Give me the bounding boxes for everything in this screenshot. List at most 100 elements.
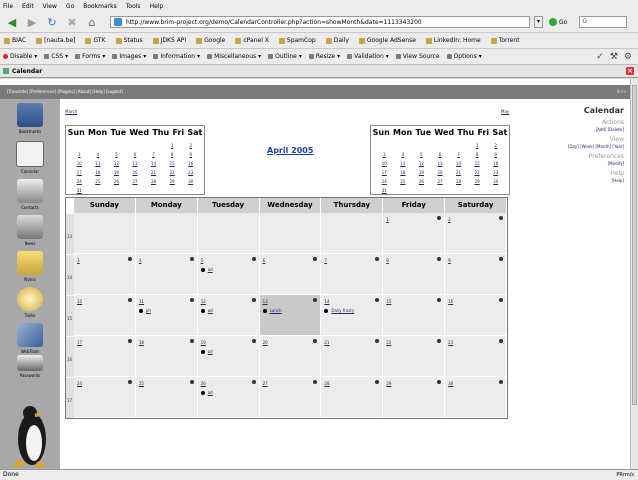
bookmark-cpanel[interactable]: cPanel X [235, 37, 269, 44]
event-item[interactable]: ad [200, 267, 213, 272]
mini-day-link[interactable]: 22 [163, 170, 182, 175]
vertical-scrollbar[interactable] [630, 79, 638, 469]
day-number-link[interactable]: 1 [386, 217, 389, 222]
add-event-icon[interactable] [189, 298, 194, 302]
sidebar-item-contacts[interactable]: Contacts [8, 179, 52, 210]
mini-day-link[interactable]: 1 [163, 143, 182, 148]
mini-day-link[interactable]: 12 [412, 161, 431, 166]
bookmark-nauta[interactable]: [nauta.be] [36, 37, 75, 44]
week-number-link[interactable]: 15 [66, 295, 74, 336]
week-number-link[interactable]: 16 [66, 336, 74, 377]
mini-day-link[interactable]: 30 [181, 179, 200, 184]
mini-day-link[interactable]: 24 [375, 179, 394, 184]
scrollbar-thumb[interactable] [632, 85, 637, 405]
bookmark-spamcop[interactable]: SpamCop [278, 37, 316, 44]
search-input[interactable]: G [579, 16, 628, 28]
mini-day-link[interactable]: 13 [126, 161, 145, 166]
sidebar-item-calendar[interactable]: Calendar [8, 141, 52, 174]
dev-disable-menu[interactable]: Disable ▾ [3, 53, 37, 60]
mini-day-link[interactable]: 19 [107, 170, 126, 175]
mini-day-link[interactable]: 21 [144, 170, 163, 175]
mini-day-link[interactable]: 9 [181, 152, 200, 157]
bookmark-google[interactable]: Google [196, 37, 225, 44]
day-number-link[interactable]: 13 [263, 299, 268, 304]
day-number-link[interactable]: 25 [139, 381, 144, 386]
add-event-icon[interactable] [313, 298, 318, 302]
stop-icon[interactable]: ✖ [64, 14, 80, 30]
add-event-icon[interactable] [251, 298, 256, 302]
add-event-icon[interactable] [375, 380, 380, 384]
bookmark-biac[interactable]: BIAC [4, 37, 26, 44]
mini-day-link[interactable]: 26 [412, 179, 431, 184]
add-event-icon[interactable] [251, 339, 256, 343]
actions-links[interactable]: [Add] [Delete] [544, 127, 624, 132]
url-dropdown-button[interactable]: ▾ [534, 16, 543, 28]
bookmark-jdk5[interactable]: JDK5 API [152, 37, 186, 44]
mini-day-link[interactable]: 3 [375, 152, 394, 157]
next-month-link[interactable]: May [501, 109, 509, 114]
close-tab-icon[interactable]: × [626, 67, 634, 75]
dev-images-menu[interactable]: Images ▾ [112, 53, 146, 60]
event-item[interactable]: ad [200, 390, 213, 395]
day-number-link[interactable]: 20 [263, 340, 268, 345]
mini-day-link[interactable]: 6 [431, 152, 450, 157]
bookmark-adsense[interactable]: Google AdSense [358, 37, 416, 44]
add-event-icon[interactable] [437, 216, 442, 220]
add-event-icon[interactable] [313, 257, 318, 261]
mini-day-link[interactable]: 20 [126, 170, 145, 175]
add-event-icon[interactable] [375, 257, 380, 261]
day-number-link[interactable]: 29 [386, 381, 391, 386]
dev-information-menu[interactable]: Information ▾ [153, 53, 200, 60]
add-event-icon[interactable] [127, 298, 132, 302]
mini-day-link[interactable]: 23 [486, 170, 505, 175]
add-event-icon[interactable] [499, 298, 503, 302]
dev-validation-menu[interactable]: Validation ▾ [347, 53, 389, 60]
mini-day-link[interactable]: 4 [394, 152, 413, 157]
day-number-link[interactable]: 14 [324, 299, 329, 304]
event-item[interactable]: ad [200, 308, 213, 313]
day-number-link[interactable]: 24 [77, 381, 82, 386]
mini-day-link[interactable]: 22 [468, 170, 487, 175]
mini-day-link[interactable]: 14 [144, 161, 163, 166]
dev-forms-menu[interactable]: Forms ▾ [75, 53, 105, 60]
week-number-link[interactable]: 14 [66, 254, 74, 295]
mini-day-link[interactable]: 16 [181, 161, 200, 166]
menu-tools[interactable]: Tools [126, 3, 141, 10]
check-icon[interactable]: ✓ [596, 52, 604, 62]
mini-day-link[interactable]: 28 [144, 179, 163, 184]
mini-day-link[interactable]: 15 [468, 161, 487, 166]
day-number-link[interactable]: 21 [324, 340, 329, 345]
prev-month-link[interactable]: March [65, 109, 77, 114]
event-item[interactable]: Lunch [262, 308, 282, 313]
bookmark-status[interactable]: Status [115, 37, 143, 44]
go-button[interactable]: Go [549, 18, 567, 26]
add-event-icon[interactable] [499, 339, 503, 343]
mini-day-link[interactable]: 5 [107, 152, 126, 157]
add-event-icon[interactable] [313, 339, 318, 343]
day-number-link[interactable]: 8 [386, 258, 389, 263]
add-event-icon[interactable] [127, 380, 132, 384]
forward-arrow-icon[interactable]: ▶ [24, 14, 40, 30]
mini-day-link[interactable]: 25 [89, 179, 108, 184]
day-number-link[interactable]: 30 [448, 381, 453, 386]
event-item[interactable]: ad [200, 349, 213, 354]
mini-day-link[interactable]: 31 [375, 188, 394, 193]
add-event-icon[interactable] [437, 380, 442, 384]
mini-day-link[interactable]: 12 [107, 161, 126, 166]
mini-day-link[interactable]: 8 [163, 152, 182, 157]
mini-day-link[interactable]: 31 [70, 188, 89, 193]
add-event-icon[interactable] [499, 257, 503, 261]
day-number-link[interactable]: 2 [448, 217, 451, 222]
add-event-icon[interactable] [437, 339, 442, 343]
week-number-link[interactable]: 13 [66, 213, 74, 254]
day-number-link[interactable]: 7 [324, 258, 327, 263]
day-number-link[interactable]: 9 [448, 258, 451, 263]
add-event-icon[interactable] [251, 380, 256, 384]
tab-calendar[interactable]: Calendar [12, 68, 42, 75]
month-title[interactable]: April 2005 [267, 146, 313, 155]
day-number-link[interactable]: 17 [77, 340, 82, 345]
mini-day-link[interactable]: 1 [468, 143, 487, 148]
mini-day-link[interactable]: 29 [468, 179, 487, 184]
day-number-link[interactable]: 27 [263, 381, 268, 386]
add-event-icon[interactable] [251, 257, 256, 261]
